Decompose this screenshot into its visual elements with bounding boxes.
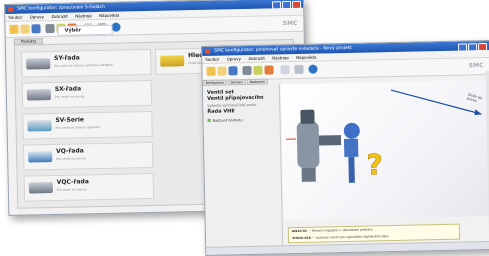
valve-sx-icon xyxy=(26,89,52,101)
print-icon[interactable] xyxy=(280,65,290,75)
window-controls xyxy=(457,42,488,52)
window-title: SMC konfigurator: zpracování S-řadách xyxy=(17,4,105,12)
regulator-knob xyxy=(300,109,315,124)
set-value-checkbox[interactable]: Nastavit hodnotu xyxy=(207,118,243,123)
part-code: VHS20-02A xyxy=(292,235,312,241)
smc-logo: SMC xyxy=(468,62,484,70)
3d-viewport[interactable]: ? Směr do pravo xyxy=(280,80,489,221)
open-folder-icon[interactable] xyxy=(217,66,227,76)
menu-help[interactable]: Nápověda xyxy=(99,13,119,18)
minimize-icon[interactable] xyxy=(457,42,468,52)
search-icon xyxy=(160,55,185,67)
card-subtitle: Pro ventil se zrovna xyxy=(56,187,87,192)
menu-edit[interactable]: Úpravy xyxy=(227,56,241,61)
assembly-drawing: ? xyxy=(285,89,482,183)
card-subtitle: Pro ventil se zrovna xyxy=(56,156,86,161)
options-pane: Ventil set Ventil připojovacího Vyberte … xyxy=(202,84,284,253)
product-card-vqc[interactable]: VQC-řada Pro ventil se zrovna xyxy=(23,172,155,202)
minimize-icon[interactable] xyxy=(271,0,282,9)
valve-sv-icon xyxy=(27,120,52,132)
card-title: SY-řada xyxy=(54,54,80,62)
part-code: AW20-02 xyxy=(291,228,308,234)
new-file-icon[interactable] xyxy=(9,24,19,34)
menu-tools[interactable]: Nástroje xyxy=(75,13,92,18)
maximize-icon[interactable] xyxy=(281,0,292,9)
globe-icon[interactable] xyxy=(308,64,318,74)
configurator-window: SMC konfigurator: polohovat upravte ovla… xyxy=(201,39,489,256)
menu-file[interactable]: Soubor xyxy=(8,15,22,20)
question-mark-icon[interactable]: ? xyxy=(366,148,384,182)
shutoff-valve-knob xyxy=(343,122,360,139)
product-card-sy[interactable]: SY-řada Pro ventil se zrovna vybranou ka… xyxy=(21,48,152,78)
product-card-sx[interactable]: SX-řada Pro ventil se zrovna xyxy=(21,79,153,109)
connector-pipe xyxy=(318,135,342,146)
menu-view[interactable]: Zobrazit xyxy=(248,56,265,61)
menu-file[interactable]: Soubor xyxy=(205,57,219,62)
shutoff-valve-body xyxy=(343,138,359,158)
app-icon xyxy=(8,6,14,12)
filter-regulator-body xyxy=(296,121,320,168)
pencil-icon[interactable] xyxy=(253,65,263,75)
part-description: Filtrační regulátor s ukazatelem pretlak… xyxy=(311,227,373,233)
maximize-icon[interactable] xyxy=(467,42,478,51)
app-icon xyxy=(205,48,211,54)
breadcrumb[interactable]: Výběr xyxy=(57,24,113,36)
window-controls xyxy=(271,0,302,9)
checkbox-icon[interactable] xyxy=(207,118,211,122)
product-card-vq[interactable]: VQ-řada Pro ventil se zrovna xyxy=(22,141,154,171)
selected-series[interactable]: Řada VHE xyxy=(207,108,235,115)
valve-sy-icon xyxy=(26,58,51,70)
product-card-sv[interactable]: SV-Serie Pro ventil se zrovna vybranou xyxy=(22,110,153,140)
menu-help[interactable]: Nápověda xyxy=(296,55,316,60)
part-description: Uzavírací ventil pro vypouštění zbytkové… xyxy=(315,234,389,240)
close-icon[interactable] xyxy=(477,42,488,51)
configure-icon[interactable] xyxy=(242,65,252,76)
export-icon[interactable] xyxy=(294,64,304,75)
card-subtitle: Pro ventil se zrovna vybranou kategorií xyxy=(54,62,114,68)
menu-view[interactable]: Zobrazit xyxy=(51,14,68,19)
drain-bowl xyxy=(301,167,316,182)
valve-stem xyxy=(348,156,355,183)
new-file-icon[interactable] xyxy=(206,66,216,76)
save-icon[interactable] xyxy=(228,66,238,76)
checkbox-label: Nastavit hodnotu xyxy=(212,118,243,123)
undo-icon[interactable] xyxy=(264,65,274,75)
menu-tools[interactable]: Nástroje xyxy=(272,55,289,60)
card-title: SV-Serie xyxy=(55,116,85,124)
card-title: VQ-řada xyxy=(56,147,84,155)
close-icon[interactable] xyxy=(291,0,302,9)
pane-subtitle: Vyberte ventilový kód prvku xyxy=(207,102,257,108)
card-subtitle: Pro ventil se zrovna vybranou xyxy=(55,125,101,130)
window-title: SMC konfigurator: polohovat upravte ovla… xyxy=(214,45,353,54)
valve-vqc-icon xyxy=(28,182,53,194)
valve-vq-icon xyxy=(28,151,53,163)
card-title: SX-řada xyxy=(54,85,82,93)
globe-icon[interactable] xyxy=(111,22,121,32)
parts-info-box: AW20-02 — Filtrační regulátor s ukazatel… xyxy=(287,223,461,244)
menu-edit[interactable]: Úpravy xyxy=(30,14,44,19)
save-icon[interactable] xyxy=(31,24,41,34)
card-subtitle: Pro ventil se zrovna xyxy=(54,94,85,99)
card-title: VQC-řada xyxy=(56,178,89,186)
heading-line2: Ventil připojovacího xyxy=(207,94,264,102)
smc-logo: SMC xyxy=(282,19,298,28)
pane-heading: Ventil set Ventil připojovacího xyxy=(207,89,264,102)
open-folder-icon[interactable] xyxy=(20,24,30,34)
configure-icon[interactable] xyxy=(45,23,55,34)
